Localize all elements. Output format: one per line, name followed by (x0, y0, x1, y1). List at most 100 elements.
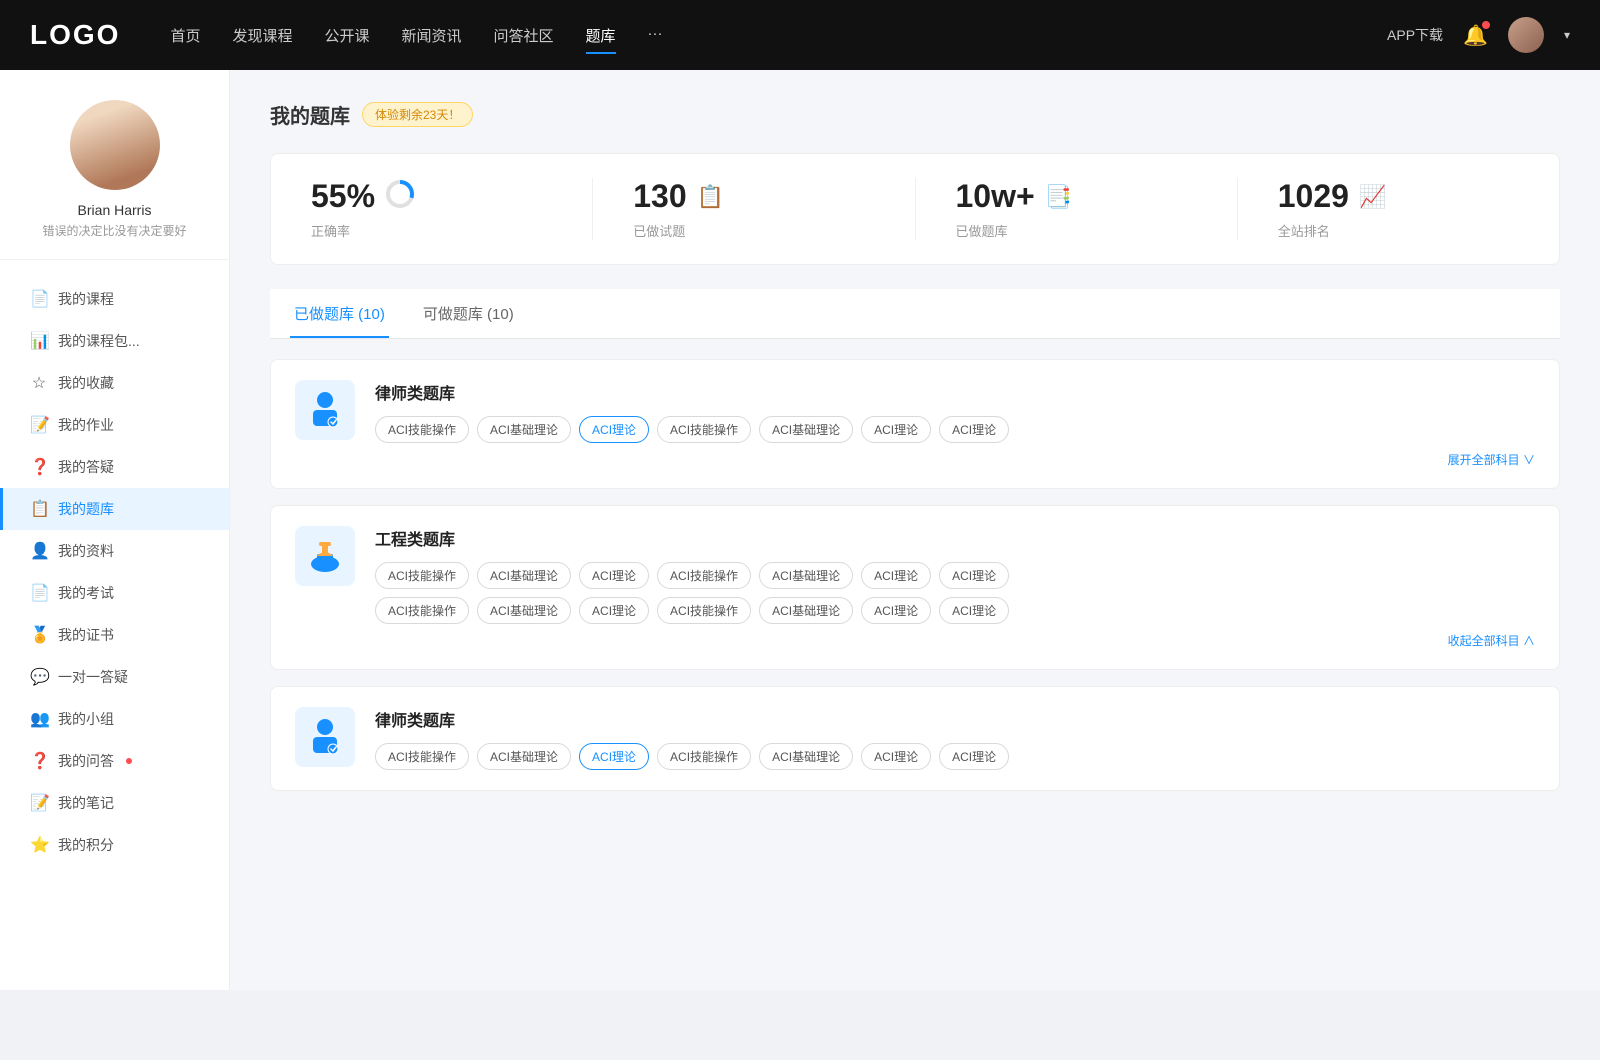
tab-available[interactable]: 可做题库 (10) (419, 289, 518, 338)
menu-label: 我的考试 (58, 583, 114, 603)
tag[interactable]: ACI理论 (939, 562, 1009, 589)
qbank-body: 律师类题库 ACI技能操作 ACI基础理论 ACI理论 ACI技能操作 ACI基… (375, 707, 1535, 770)
tag[interactable]: ACI技能操作 (657, 597, 751, 624)
sidebar-item-我的考试[interactable]: 📄我的考试 (0, 572, 229, 614)
engineer-icon (303, 534, 347, 578)
menu-icon: 🏅 (30, 625, 48, 645)
menu-label: 我的积分 (58, 835, 114, 855)
lawyer-icon (303, 388, 347, 432)
tag[interactable]: ACI理论 (579, 562, 649, 589)
menu-label: 我的证书 (58, 625, 114, 645)
tag[interactable]: ACI基础理论 (477, 597, 571, 624)
tag[interactable]: ACI技能操作 (375, 562, 469, 589)
sidebar-item-我的积分[interactable]: ⭐我的积分 (0, 824, 229, 866)
nav-link-题库[interactable]: 题库 (586, 21, 616, 50)
stat-top: 1029 📈 (1278, 178, 1387, 215)
tag-active[interactable]: ACI理论 (579, 743, 649, 770)
stat-ranking: 1029 📈 全站排名 (1238, 178, 1559, 240)
stats-row: 55% 正确率 130 📋 已做试题 (270, 153, 1560, 265)
stat-label-done: 已做试题 (633, 221, 685, 240)
tag[interactable]: ACI基础理论 (477, 562, 571, 589)
tag[interactable]: ACI基础理论 (759, 416, 853, 443)
qbank-top: 工程类题库 ACI技能操作 ACI基础理论 ACI理论 ACI技能操作 ACI基… (295, 526, 1535, 649)
menu-label: 我的小组 (58, 709, 114, 729)
qbank-body: 律师类题库 ACI技能操作 ACI基础理论 ACI理论 ACI技能操作 ACI基… (375, 380, 1535, 468)
tag[interactable]: ACI理论 (939, 597, 1009, 624)
stat-done-questions: 130 📋 已做试题 (593, 178, 915, 240)
sidebar-item-我的答疑[interactable]: ❓我的答疑 (0, 446, 229, 488)
nav-link-···[interactable]: ··· (648, 21, 663, 50)
tag[interactable]: ACI技能操作 (657, 562, 751, 589)
sidebar-item-我的收藏[interactable]: ☆我的收藏 (0, 362, 229, 404)
tag[interactable]: ACI技能操作 (375, 743, 469, 770)
menu-dot (126, 758, 132, 764)
sidebar-item-我的题库[interactable]: 📋我的题库 (0, 488, 229, 530)
notification-dot (1482, 21, 1490, 29)
tag[interactable]: ACI理论 (939, 416, 1009, 443)
menu-label: 我的课程包... (58, 331, 140, 351)
tag[interactable]: ACI基础理论 (759, 597, 853, 624)
qbank-icon-wrap (295, 380, 355, 440)
tag[interactable]: ACI基础理论 (477, 416, 571, 443)
stat-top: 55% (311, 178, 415, 215)
tag[interactable]: ACI基础理论 (759, 562, 853, 589)
profile-avatar (70, 100, 160, 190)
menu-icon: ❓ (30, 457, 48, 477)
sidebar-item-一对一答疑[interactable]: 💬一对一答疑 (0, 656, 229, 698)
menu-label: 我的题库 (58, 499, 114, 519)
nav-link-发现课程[interactable]: 发现课程 (232, 21, 292, 50)
nav-link-问答社区[interactable]: 问答社区 (494, 21, 554, 50)
tag[interactable]: ACI技能操作 (657, 416, 751, 443)
sidebar-item-我的证书[interactable]: 🏅 我的证书 (0, 614, 229, 656)
tabs: 已做题库 (10) 可做题库 (10) (270, 289, 1560, 339)
tag[interactable]: ACI理论 (861, 562, 931, 589)
sidebar-item-我的小组[interactable]: 👥我的小组 (0, 698, 229, 740)
avatar-dropdown-icon[interactable]: ▾ (1564, 28, 1570, 42)
ranking-icon: 📈 (1359, 184, 1386, 210)
nav-links: 首页 发现课程 公开课 新闻资讯 问答社区 题库 ··· (170, 21, 1387, 50)
tag[interactable]: ACI基础理论 (477, 743, 571, 770)
sidebar-item-我的问答[interactable]: ❓我的问答 (0, 740, 229, 782)
trial-badge: 体验剩余23天！ (362, 102, 473, 127)
qbank-top: 律师类题库 ACI技能操作 ACI基础理论 ACI理论 ACI技能操作 ACI基… (295, 707, 1535, 770)
profile-area: Brian Harris 错误的决定比没有决定要好 (0, 100, 229, 260)
tab-done[interactable]: 已做题库 (10) (290, 289, 389, 338)
tag[interactable]: ACI技能操作 (375, 416, 469, 443)
collapse-link[interactable]: 收起全部科目 ∧ (375, 632, 1535, 649)
nav-link-公开课[interactable]: 公开课 (324, 21, 369, 50)
sidebar: Brian Harris 错误的决定比没有决定要好 📄我的课程📊我的课程包...… (0, 70, 230, 990)
stat-top: 10w+ 📑 (956, 178, 1073, 215)
notification-bell[interactable]: 🔔 (1463, 23, 1488, 48)
tag[interactable]: ACI理论 (861, 416, 931, 443)
tag[interactable]: ACI理论 (939, 743, 1009, 770)
stat-value-rank: 1029 (1278, 178, 1349, 215)
nav-link-新闻资讯[interactable]: 新闻资讯 (402, 21, 462, 50)
tag[interactable]: ACI基础理论 (759, 743, 853, 770)
qbank-tags-row1: ACI技能操作 ACI基础理论 ACI理论 ACI技能操作 ACI基础理论 AC… (375, 562, 1535, 589)
stat-value-accuracy: 55% (311, 178, 375, 215)
menu-label: 一对一答疑 (58, 667, 128, 687)
sidebar-item-我的课程[interactable]: 📄我的课程 (0, 278, 229, 320)
nav-link-首页[interactable]: 首页 (170, 21, 200, 50)
sidebar-item-我的课程包...[interactable]: 📊我的课程包... (0, 320, 229, 362)
qbank-title: 律师类题库 (375, 707, 1535, 731)
user-avatar[interactable] (1508, 17, 1544, 53)
tag[interactable]: ACI技能操作 (657, 743, 751, 770)
qbank-tags: ACI技能操作 ACI基础理论 ACI理论 ACI技能操作 ACI基础理论 AC… (375, 416, 1535, 443)
tag[interactable]: ACI理论 (861, 743, 931, 770)
tag[interactable]: ACI技能操作 (375, 597, 469, 624)
tag[interactable]: ACI理论 (579, 597, 649, 624)
qbank-list: 律师类题库 ACI技能操作 ACI基础理论 ACI理论 ACI技能操作 ACI基… (270, 359, 1560, 791)
profile-name: Brian Harris (78, 202, 152, 218)
expand-link[interactable]: 展开全部科目 ∨ (375, 451, 1535, 468)
app-download-link[interactable]: APP下载 (1387, 25, 1443, 45)
sidebar-item-我的笔记[interactable]: 📝我的笔记 (0, 782, 229, 824)
sidebar-item-我的作业[interactable]: 📝我的作业 (0, 404, 229, 446)
sidebar-item-我的资料[interactable]: 👤我的资料 (0, 530, 229, 572)
tag-active[interactable]: ACI理论 (579, 416, 649, 443)
qbank-icon-wrap (295, 707, 355, 767)
stat-top: 130 📋 (633, 178, 724, 215)
qbank-top: 律师类题库 ACI技能操作 ACI基础理论 ACI理论 ACI技能操作 ACI基… (295, 380, 1535, 468)
tag[interactable]: ACI理论 (861, 597, 931, 624)
qbank-tags-row2: ACI技能操作 ACI基础理论 ACI理论 ACI技能操作 ACI基础理论 AC… (375, 597, 1535, 624)
